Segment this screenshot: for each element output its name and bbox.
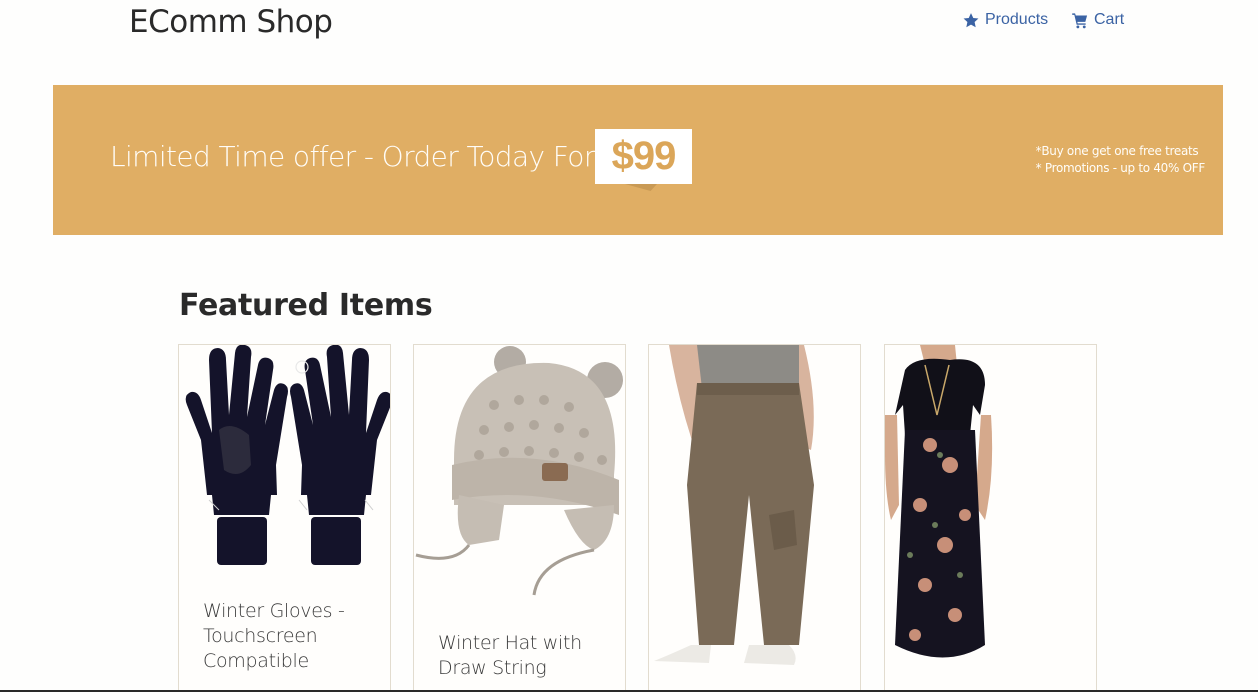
navbar: EComm Shop Products Cart <box>0 0 1258 60</box>
banner-headline: Limited Time offer - Order Today For <box>110 140 595 173</box>
product-title[interactable]: Winter Hat with Draw String <box>438 631 608 681</box>
product-title[interactable]: Winter Gloves - Touchscreen Compatible <box>203 599 373 674</box>
promo-banner: Limited Time offer - Order Today For $99… <box>53 85 1223 235</box>
promo-note: *Buy one get one free treats <box>1035 144 1199 158</box>
floral-dress-image <box>885 345 993 658</box>
khaki-pants-image <box>654 345 814 665</box>
star-icon <box>963 12 979 27</box>
brand-link[interactable]: EComm Shop <box>129 2 333 42</box>
cart-icon <box>1072 12 1088 28</box>
nav-cart-label: Cart <box>1094 11 1125 28</box>
knit-hat-image <box>415 346 623 596</box>
price-value: $99 <box>611 134 677 178</box>
product-card[interactable] <box>884 344 1097 692</box>
nav-products-link[interactable]: Products <box>962 8 1048 32</box>
promo-note: * Promotions - up to 40% OFF <box>1035 161 1206 175</box>
featured-title: Featured Items <box>179 288 433 323</box>
promo-notes: *Buy one get one free treats * Promotion… <box>1035 143 1206 177</box>
product-card[interactable]: Winter Gloves - Touchscreen Compatible <box>178 344 391 692</box>
nav-products-label: Products <box>985 11 1049 28</box>
nav-cart-link[interactable]: Cart <box>1071 8 1124 32</box>
product-card[interactable] <box>648 344 861 692</box>
product-card[interactable]: Winter Hat with Draw String <box>413 344 626 692</box>
price-badge: $99 <box>595 129 692 184</box>
gloves-image <box>185 345 390 565</box>
